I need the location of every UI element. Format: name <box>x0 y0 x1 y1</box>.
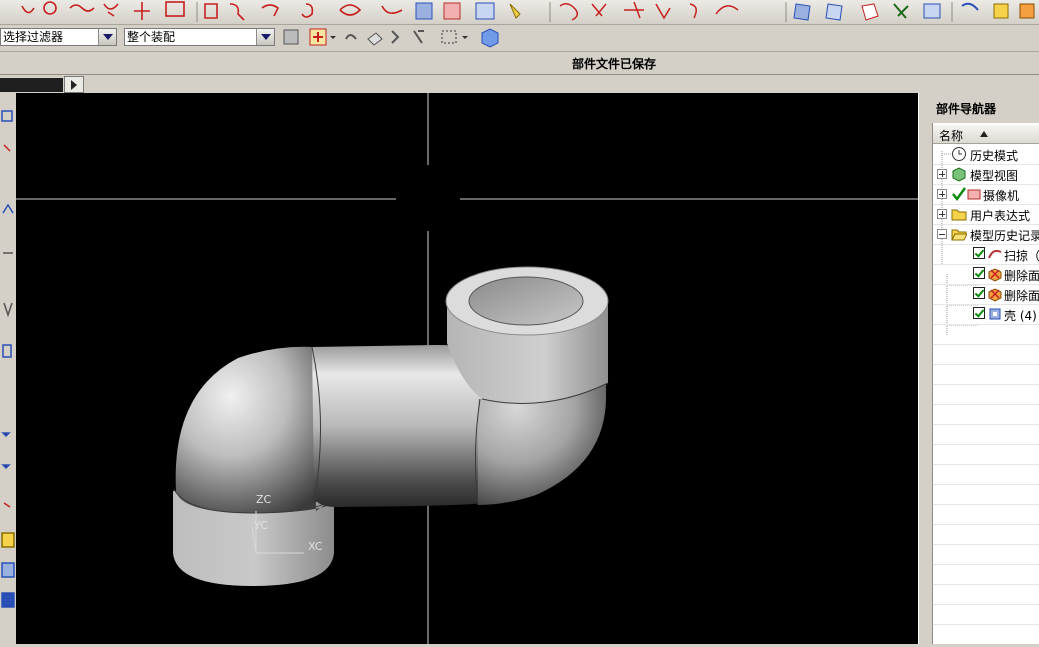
feature-checkbox[interactable] <box>973 287 985 299</box>
navigator-edge <box>922 123 932 644</box>
tree-row-label: 模型视图 <box>970 169 1019 183</box>
camera-icon <box>967 189 981 200</box>
selection-filter-value: 选择过滤器 <box>3 30 64 44</box>
tree-row-label: 历史模式 <box>970 149 1019 163</box>
tree-row-delete-face-1[interactable]: 删除面 <box>933 264 1039 285</box>
tree-empty-row <box>933 424 1039 445</box>
solid-tool-icons[interactable] <box>415 2 521 20</box>
collapse-icon[interactable] <box>937 229 947 239</box>
eraser-icon[interactable] <box>367 32 383 46</box>
chevron-down-icon[interactable] <box>98 29 116 45</box>
chevron-down-icon[interactable] <box>256 29 274 45</box>
pipe-opening <box>468 276 584 326</box>
green-check-icon <box>952 187 967 202</box>
selection-toolbar: 选择过滤器 整个装配 <box>0 25 1039 52</box>
rotate-icon[interactable] <box>391 30 400 44</box>
view-tool-icons[interactable] <box>793 2 1035 21</box>
tree-row-shell[interactable]: 壳 (4) <box>933 304 1039 325</box>
navigator-tree: 名称 历史模式 模型视图 摄像机 用户表达式 模型历史记录 扫掠（ 删除面 删除… <box>932 123 1039 644</box>
status-message: 部件文件已保存 <box>572 57 657 71</box>
tree-empty-row <box>933 604 1039 625</box>
feature-checkbox[interactable] <box>973 247 985 259</box>
triad-label-x: XC <box>308 540 323 553</box>
tree-row-delete-face-2[interactable]: 删除面 <box>933 284 1039 305</box>
chevron-right-icon <box>71 80 77 90</box>
tree-empty-row <box>933 624 1039 644</box>
tree-empty-row <box>933 404 1039 425</box>
tree-row-history-mode[interactable]: 历史模式 <box>933 144 1039 165</box>
assembly-scope-select[interactable]: 整个装配 <box>124 28 275 46</box>
scroll-right-button[interactable] <box>64 76 84 93</box>
tree-empty-row <box>933 564 1039 585</box>
box-select-icon[interactable] <box>441 30 468 44</box>
part-navigator: 部件导航器 名称 历史模式 模型视图 摄像机 用户表达式 模型历史记录 扫掠（ … <box>922 93 1039 644</box>
triad-label-y: YC <box>253 519 268 532</box>
tree-empty-row <box>933 544 1039 565</box>
delete-face-icon <box>988 268 1002 282</box>
expand-icon[interactable] <box>937 169 947 179</box>
expand-icon[interactable] <box>937 189 947 199</box>
tree-empty-row <box>933 524 1039 545</box>
tree-row-cameras[interactable]: 摄像机 <box>933 184 1039 205</box>
tree-empty-row <box>933 464 1039 485</box>
horizontal-pipe <box>312 345 482 507</box>
pipe-model[interactable] <box>173 266 609 586</box>
delete-face-icon <box>988 288 1002 302</box>
assembly-scope-value: 整个装配 <box>127 30 176 44</box>
sweep-feature-icon <box>988 249 1002 259</box>
tree-row-label: 摄像机 <box>983 189 1020 203</box>
left-tool-icons[interactable] <box>1 110 15 608</box>
triad-label-z: ZC <box>256 493 272 506</box>
undo-arrow-icon[interactable] <box>345 34 357 40</box>
left-resource-bar <box>0 93 17 644</box>
resource-strip <box>0 75 1039 93</box>
snap-point-icon[interactable] <box>309 28 336 46</box>
tree-empty-row <box>933 344 1039 365</box>
expand-icon[interactable] <box>937 209 947 219</box>
tree-row-label: 壳 (4) <box>1004 309 1037 323</box>
navigator-title: 部件导航器 <box>936 102 997 116</box>
open-folder-icon <box>951 229 967 241</box>
surface-tool-icons[interactable] <box>559 1 739 21</box>
main-toolbar <box>0 0 1039 25</box>
shell-feature-icon <box>989 308 1001 320</box>
tree-row-label: 用户表达式 <box>970 209 1031 223</box>
folder-icon <box>951 209 967 221</box>
tree-empty-row <box>933 324 1039 345</box>
tree-row-label: 扫掠（ <box>1004 249 1039 263</box>
tree-row-user-expressions[interactable]: 用户表达式 <box>933 204 1039 225</box>
model-view-icon <box>952 167 966 182</box>
tree-row-label: 删除面 <box>1004 269 1039 283</box>
tree-empty-row <box>933 364 1039 385</box>
tree-empty-row <box>933 504 1039 525</box>
sort-ascending-icon <box>980 131 988 137</box>
tree-row-label: 删除面 <box>1004 289 1039 303</box>
feature-checkbox[interactable] <box>973 267 985 279</box>
tree-empty-row <box>933 384 1039 405</box>
resource-tab-bar <box>0 78 63 92</box>
move-icon[interactable] <box>413 30 424 44</box>
clock-icon <box>952 147 966 161</box>
tree-row-sweep-feature[interactable]: 扫掠（ <box>933 244 1039 265</box>
tree-empty-row <box>933 444 1039 465</box>
cube-view-icon[interactable] <box>481 28 499 48</box>
tree-empty-row <box>933 584 1039 605</box>
filter-settings-icon[interactable] <box>283 29 299 45</box>
feature-checkbox[interactable] <box>973 307 985 319</box>
left-elbow <box>175 346 334 513</box>
status-line: 部件文件已保存 <box>0 52 1039 75</box>
selection-filter-select[interactable]: 选择过滤器 <box>0 28 117 46</box>
feature-tool-icons[interactable] <box>204 3 403 21</box>
tree-row-model-views[interactable]: 模型视图 <box>933 164 1039 185</box>
graphics-window[interactable]: ZC YC XC <box>16 93 918 644</box>
tree-row-label: 模型历史记录 <box>970 229 1039 243</box>
name-column-header[interactable]: 名称 <box>933 125 1039 144</box>
curve-tool-icons[interactable] <box>21 1 185 20</box>
column-header-label: 名称 <box>939 129 964 143</box>
tree-empty-row <box>933 484 1039 505</box>
tree-row-model-history[interactable]: 模型历史记录 <box>933 224 1039 245</box>
